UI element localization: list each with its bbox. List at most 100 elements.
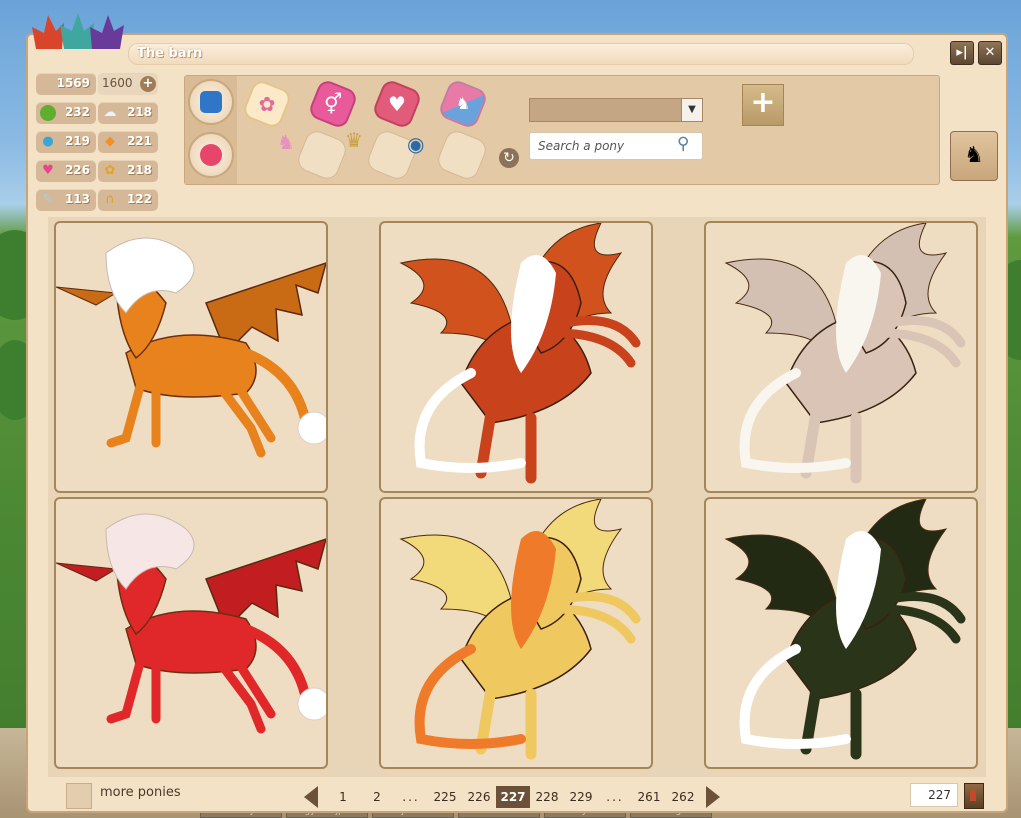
move-to-folder-button[interactable]: ♞ xyxy=(950,131,998,181)
filter-eye-slot[interactable] xyxy=(434,127,490,183)
next-page-button[interactable] xyxy=(706,786,720,808)
page-link[interactable]: 225 xyxy=(428,786,462,808)
pony-card[interactable] xyxy=(54,221,328,493)
pony-card[interactable] xyxy=(704,497,978,769)
stat-value: 219 xyxy=(64,134,90,148)
stat-feather: ✎ 113 xyxy=(36,189,96,211)
pony-folder-icon: ♞ xyxy=(964,143,984,168)
pony-card[interactable] xyxy=(704,221,978,493)
chevron-down-icon: ▼ xyxy=(681,99,702,121)
pony-wing xyxy=(56,286,118,306)
search-icon: ⚲ xyxy=(677,134,690,154)
skip-icon: ▸| xyxy=(956,45,968,60)
page-link[interactable]: 228 xyxy=(530,786,564,808)
energy-max-value: 1600 xyxy=(102,76,133,90)
energy-value: 1569 xyxy=(56,76,90,90)
close-icon: ✕ xyxy=(984,45,996,60)
stat-agility: 232 xyxy=(36,102,96,124)
page-link[interactable]: 229 xyxy=(564,786,598,808)
pony-illustration xyxy=(724,499,966,760)
filter-love-button[interactable]: ♥ xyxy=(370,77,424,131)
horseshoe-icon: ∩ xyxy=(105,192,115,207)
stat-value: 218 xyxy=(126,105,152,119)
pony-illustration xyxy=(56,513,326,734)
heart-ring-icon: ♥ xyxy=(388,92,406,116)
page-link[interactable]: 261 xyxy=(632,786,666,808)
eye-icon: ◉ xyxy=(407,132,425,156)
pony-grid xyxy=(48,217,986,777)
sort-select[interactable]: ▼ xyxy=(529,98,703,122)
pony-illustration xyxy=(724,223,966,484)
goto-page-input[interactable] xyxy=(910,783,958,807)
pony-tail-tuft xyxy=(297,687,326,721)
filter-gender-button[interactable]: ⚥ xyxy=(306,77,360,131)
pony-card[interactable] xyxy=(379,497,653,769)
refresh-icon: ↻ xyxy=(503,150,515,166)
pagination: 1 2 ... 225 226 227 228 229 ... 261 262 xyxy=(304,785,720,809)
view-tabs xyxy=(185,76,237,184)
paw-icon: ✿ xyxy=(104,163,116,178)
filter-unicorn-slot[interactable] xyxy=(294,127,350,183)
barn-window: The barn ▸| ✕ 1569 1600 + 232 ☁ 218 ● 21… xyxy=(26,13,1008,813)
current-page: 227 xyxy=(496,786,530,808)
stat-value: 122 xyxy=(126,192,152,206)
cloud-icon: ☁ xyxy=(103,105,117,120)
folder-tab-button[interactable] xyxy=(188,79,234,125)
gender-icon: ⚥ xyxy=(323,92,343,116)
page-link[interactable]: 226 xyxy=(462,786,496,808)
plus-icon: + xyxy=(750,85,776,120)
feather-icon: ✎ xyxy=(42,192,54,207)
add-filter-button[interactable]: + xyxy=(742,84,784,126)
trophy-icon: ♛ xyxy=(345,128,363,152)
stat-value: 221 xyxy=(126,134,152,148)
minimize-button[interactable]: ▸| xyxy=(950,41,974,65)
page-link[interactable]: 2 xyxy=(360,786,394,808)
pony-illustration xyxy=(399,499,641,760)
pony-illustration xyxy=(399,223,641,484)
energy-max-stat: 1600 + xyxy=(98,73,158,95)
pony-illustration xyxy=(56,237,326,458)
heart-icon: ♥ xyxy=(42,163,54,178)
filter-toolbar: ✿ ⚥ ♥ ♞ ♞ ♛ ◉ ↻ ▼ ⚲ + xyxy=(184,75,940,185)
prev-page-button[interactable] xyxy=(304,786,318,808)
page-link[interactable]: 1 xyxy=(326,786,360,808)
page-ellipsis: ... xyxy=(402,790,420,804)
stat-drops: ● 219 xyxy=(36,131,96,153)
stat-paw: ✿ 218 xyxy=(98,160,158,182)
flower-icon: ✿ xyxy=(258,92,276,116)
stat-value: 113 xyxy=(64,192,90,206)
stat-cloud: ☁ 218 xyxy=(98,102,158,124)
more-ponies-label: more ponies xyxy=(100,785,181,800)
energy-stat: 1569 xyxy=(36,73,96,95)
more-ponies-checkbox[interactable] xyxy=(66,783,92,809)
unicorn-icon: ♞ xyxy=(277,130,295,154)
goto-page-button[interactable] xyxy=(964,783,984,809)
stat-value: 218 xyxy=(126,163,152,177)
add-energy-icon[interactable]: + xyxy=(140,76,156,92)
filter-foal-button[interactable]: ♞ xyxy=(436,77,490,131)
pony-tail-tuft xyxy=(297,411,326,445)
window-title: The barn xyxy=(137,46,203,61)
stat-flame: ◆ 221 xyxy=(98,131,158,153)
title-bar: The barn xyxy=(128,43,914,65)
apple-icon xyxy=(40,105,56,121)
close-button[interactable]: ✕ xyxy=(978,41,1002,65)
stat-horseshoe: ∩ 122 xyxy=(98,189,158,211)
stat-value: 232 xyxy=(64,105,90,119)
stat-heart: ♥ 226 xyxy=(36,160,96,182)
game-logo xyxy=(32,13,124,49)
pony-card[interactable] xyxy=(379,221,653,493)
page-ellipsis: ... xyxy=(606,790,624,804)
stat-value: 226 xyxy=(64,163,90,177)
pony-card[interactable] xyxy=(54,497,328,769)
reset-filters-button[interactable]: ↻ xyxy=(499,148,519,168)
flame-icon: ◆ xyxy=(105,134,115,149)
star-badge-icon xyxy=(200,144,222,166)
folder-star-icon xyxy=(200,91,222,113)
favorites-tab-button[interactable] xyxy=(188,132,234,178)
pony-wing xyxy=(56,562,118,582)
drops-icon: ● xyxy=(42,134,54,149)
filter-breed-button[interactable]: ✿ xyxy=(240,77,294,131)
pony-pair-icon: ♞ xyxy=(455,94,471,113)
page-link[interactable]: 262 xyxy=(666,786,700,808)
